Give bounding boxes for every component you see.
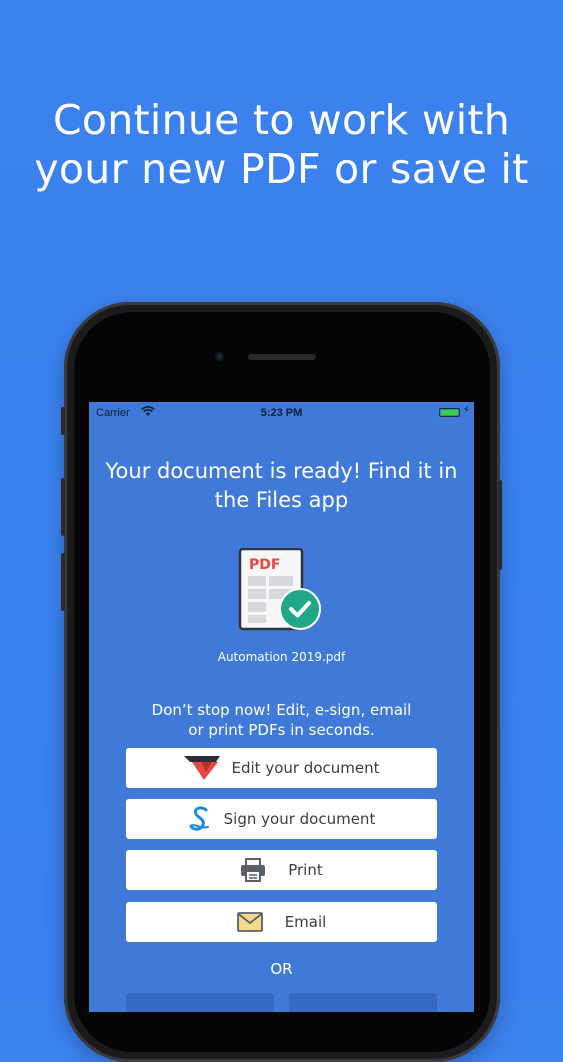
sign-document-button[interactable]: Sign your document xyxy=(126,799,437,839)
print-label: Print xyxy=(288,861,323,879)
envelope-icon xyxy=(236,912,263,932)
email-label: Email xyxy=(284,913,327,931)
bottom-action-button-left[interactable] xyxy=(126,993,274,1012)
bottom-action-button-right[interactable] xyxy=(289,993,437,1012)
pdf-file-icon: PDF xyxy=(236,547,326,634)
headline: Continue to work with your new PDF or sa… xyxy=(0,96,563,194)
phone-screen: Carrier 5:23 PM ⚡ Your document is ready… xyxy=(89,402,474,1012)
charging-icon: ⚡ xyxy=(462,405,470,416)
document-filename: Automation 2019.pdf xyxy=(217,650,346,664)
phone-volume-up xyxy=(61,478,65,536)
pdf-icon-label: PDF xyxy=(249,557,280,573)
edit-document-button[interactable]: Edit your document xyxy=(126,748,437,788)
phone-volume-down xyxy=(61,553,65,611)
printer-icon xyxy=(240,858,266,882)
battery-icon xyxy=(439,408,460,417)
promo-text: Don’t stop now! Edit, e-sign, email or p… xyxy=(89,700,474,740)
edit-app-logo-icon xyxy=(183,756,220,780)
phone-power-button xyxy=(498,480,502,570)
print-button[interactable]: Print xyxy=(126,850,437,890)
headline-line-2: your new PDF or save it xyxy=(34,145,529,193)
signature-logo-icon xyxy=(188,805,212,833)
ready-message: Your document is ready! Find it in the F… xyxy=(89,457,474,515)
status-time: 5:23 PM xyxy=(260,407,303,419)
promo-line-2: or print PDFs in seconds. xyxy=(188,721,375,739)
headline-line-1: Continue to work with xyxy=(52,96,511,144)
or-separator: OR xyxy=(270,960,293,978)
earpiece-speaker xyxy=(248,354,316,360)
sign-document-label: Sign your document xyxy=(223,810,376,828)
edit-document-label: Edit your document xyxy=(231,759,380,777)
status-bar: Carrier 5:23 PM ⚡ xyxy=(89,402,474,424)
email-button[interactable]: Email xyxy=(126,902,437,942)
phone-mute-switch xyxy=(61,407,65,435)
ready-message-line-1: Your document is ready! Find it in xyxy=(105,459,458,483)
promo-line-1: Don’t stop now! Edit, e-sign, email xyxy=(151,701,412,719)
front-camera xyxy=(215,352,224,361)
ready-message-line-2: the Files app xyxy=(214,488,349,512)
